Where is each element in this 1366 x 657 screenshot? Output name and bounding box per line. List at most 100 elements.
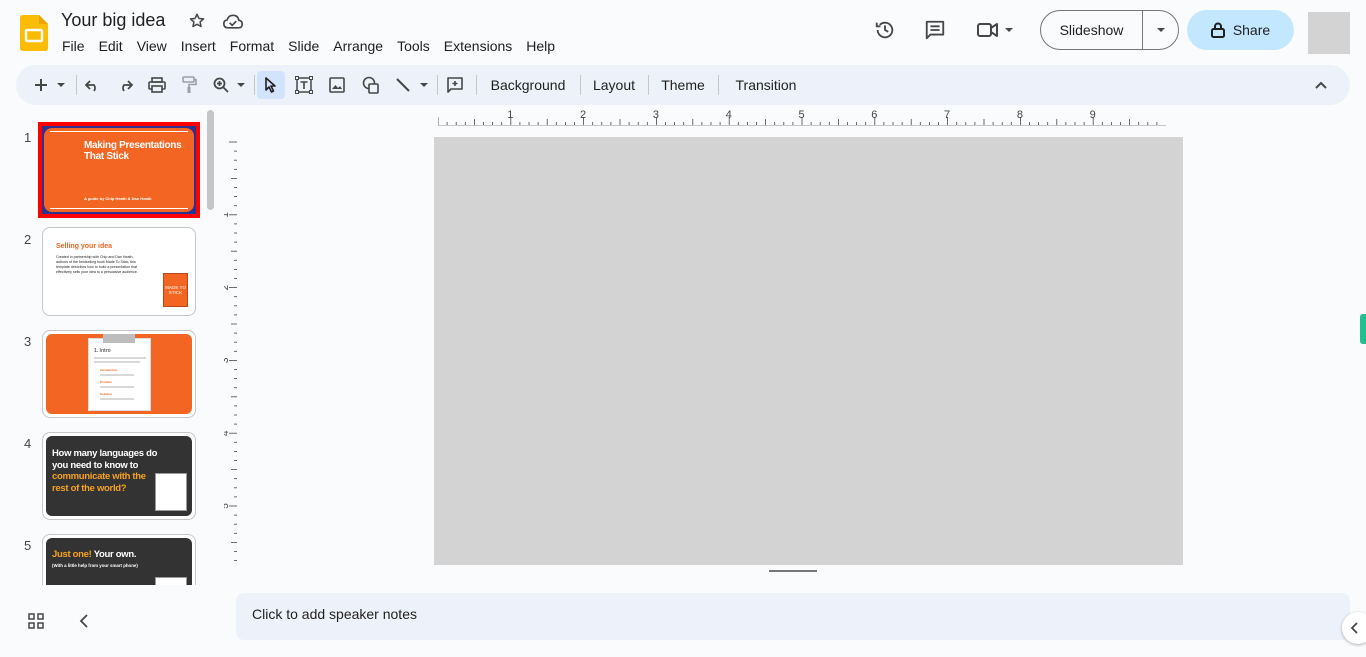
menu-arrange[interactable]: Arrange <box>333 38 389 54</box>
slide-number: 1 <box>24 130 32 145</box>
filmstrip-scrollbar[interactable] <box>207 110 214 210</box>
menu-file[interactable]: File <box>62 38 91 54</box>
paint-format-icon <box>182 76 197 93</box>
text-box-icon <box>295 76 313 94</box>
plus-icon <box>35 79 47 91</box>
add-comment-icon <box>447 77 463 93</box>
speaker-notes-placeholder: Click to add speaker notes <box>252 606 417 622</box>
zoom-dropdown[interactable] <box>234 65 248 105</box>
slide-canvas[interactable] <box>434 137 1183 565</box>
menu-edit[interactable]: Edit <box>99 38 129 54</box>
collapse-toolbar-button[interactable] <box>1310 65 1332 105</box>
menu-tools[interactable]: Tools <box>397 38 436 54</box>
ruler-label: 7 <box>944 109 950 121</box>
insert-image-button[interactable] <box>326 65 348 105</box>
vertical-ruler[interactable]: 1 2 3 4 5 <box>224 137 238 567</box>
line-button[interactable] <box>392 65 414 105</box>
line-dropdown[interactable] <box>417 65 431 105</box>
ruler-label: 8 <box>1017 109 1023 121</box>
slideshow-button[interactable]: Slideshow <box>1041 11 1143 49</box>
cloud-saved-icon[interactable] <box>222 13 244 31</box>
version-history-icon[interactable] <box>874 19 896 41</box>
side-panel-tab[interactable] <box>1360 314 1366 344</box>
shape-button[interactable] <box>360 65 382 105</box>
thumb-2-book-image: MADE TO STICK <box>163 273 188 307</box>
share-label: Share <box>1232 22 1271 38</box>
ruler-label: 3 <box>224 357 231 363</box>
paint-format-button[interactable] <box>178 65 200 105</box>
new-slide-layout-dropdown[interactable] <box>54 65 68 105</box>
speaker-notes[interactable]: Click to add speaker notes <box>236 593 1350 640</box>
menu-format[interactable]: Format <box>230 38 280 54</box>
menu-slide[interactable]: Slide <box>288 38 325 54</box>
ruler-label: 2 <box>580 109 586 121</box>
main-toolbar: Background Layout Theme Transition <box>16 65 1350 105</box>
ruler-label: 4 <box>224 430 231 436</box>
thumb-3-item: Solution <box>100 392 112 396</box>
account-avatar[interactable] <box>1308 12 1350 54</box>
slide-thumbnail-2[interactable]: Selling your idea Created in partnership… <box>42 227 196 316</box>
print-icon <box>148 77 166 93</box>
thumb-2-book-label: MADE TO STICK <box>165 285 186 295</box>
video-camera-icon <box>977 23 998 37</box>
layout-button[interactable]: Layout <box>589 65 639 105</box>
caret-down-icon <box>237 83 245 87</box>
grid-view-icon[interactable] <box>28 613 44 634</box>
caret-down-icon <box>1156 28 1165 32</box>
background-button[interactable]: Background <box>486 65 570 105</box>
slide-thumbnail-1[interactable]: Making Presentations That Stick A guide … <box>38 122 200 218</box>
text-box-button[interactable] <box>293 65 315 105</box>
new-slide-button[interactable] <box>30 65 52 105</box>
ruler-label: 1 <box>507 109 513 121</box>
ruler-label: 5 <box>224 503 231 509</box>
slides-logo-icon[interactable] <box>20 15 48 51</box>
ruler-label: 9 <box>1090 109 1096 121</box>
slide-thumbnail-3[interactable]: 1. Intro Introduction Problem Solution <box>42 330 196 418</box>
zoom-button[interactable] <box>210 65 232 105</box>
horizontal-ruler[interactable]: 1 2 3 4 5 6 7 8 9 <box>438 108 1166 126</box>
thumb-5-rest: Your own. <box>93 549 137 560</box>
select-tool-button[interactable] <box>257 71 285 99</box>
thumb-5-accent: Just one! <box>52 549 92 560</box>
slide-number: 4 <box>24 436 32 451</box>
slideshow-options-button[interactable] <box>1143 11 1178 49</box>
transition-button[interactable]: Transition <box>730 65 802 105</box>
menu-bar: File Edit View Insert Format Slide Arran… <box>62 38 569 54</box>
slide-thumbnail-5[interactable]: Just one! Your own. (With a little help … <box>42 534 196 585</box>
star-icon[interactable] <box>188 12 206 30</box>
thumb-2-body: Created in partnership with Chip and Dan… <box>56 255 138 274</box>
caret-down-icon <box>57 83 65 87</box>
slide-thumbnail-4[interactable]: How many languages do you need to know t… <box>42 432 196 520</box>
thumb-1-title: Making Presentations That Stick <box>84 140 182 162</box>
meet-button[interactable] <box>976 18 1022 42</box>
menu-help[interactable]: Help <box>526 38 561 54</box>
thumb-3-item: Problem <box>100 380 113 384</box>
slide-number: 5 <box>24 538 32 553</box>
redo-button[interactable] <box>114 65 136 105</box>
notes-resize-handle[interactable] <box>769 570 817 572</box>
thumb-1-subtitle: A guide by Chip Heath & Dan Heath <box>84 196 152 201</box>
menu-view[interactable]: View <box>137 38 173 54</box>
caret-down-icon <box>420 83 428 87</box>
share-button[interactable]: Share <box>1187 10 1294 50</box>
theme-button[interactable]: Theme <box>658 65 708 105</box>
redo-icon <box>122 80 133 92</box>
ruler-label: 2 <box>224 284 231 290</box>
insert-comment-button[interactable] <box>444 65 466 105</box>
thumb-4-line2: communicate with the rest of the world? <box>52 471 146 494</box>
menu-insert[interactable]: Insert <box>181 38 222 54</box>
undo-button[interactable] <box>82 65 104 105</box>
print-button[interactable] <box>146 65 168 105</box>
chevron-left-icon <box>1350 622 1358 634</box>
ruler-label: 3 <box>653 109 659 121</box>
cursor-arrow-icon <box>265 77 276 93</box>
comments-icon[interactable] <box>924 19 946 41</box>
document-title[interactable]: Your big idea <box>61 10 165 31</box>
ruler-label: 6 <box>871 109 877 121</box>
thumb-5-subtitle: (With a little help from your smart phon… <box>52 563 138 568</box>
expand-side-panel-button[interactable] <box>1342 612 1366 644</box>
chevron-left-icon[interactable] <box>78 613 90 634</box>
ruler-label: 1 <box>224 212 231 218</box>
menu-extensions[interactable]: Extensions <box>444 38 518 54</box>
slideshow-button-group: Slideshow <box>1040 10 1179 50</box>
